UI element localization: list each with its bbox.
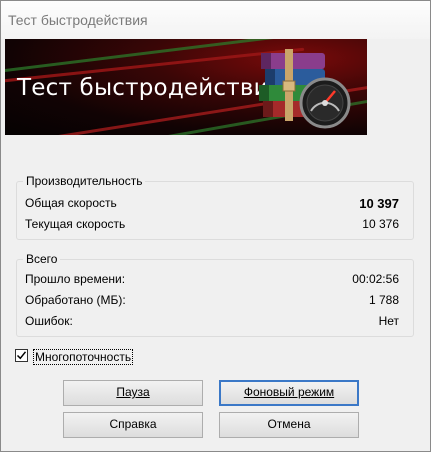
multithreading-label[interactable]: Многопоточность bbox=[33, 349, 134, 365]
overall-speed-row: Общая скорость 10 397 bbox=[25, 196, 399, 212]
elapsed-time-row: Прошло времени: 00:02:56 bbox=[25, 272, 399, 288]
benchmark-window: Тест быстродействия Тест быстродействия bbox=[0, 0, 431, 452]
background-mode-button-label: Фоновый режим bbox=[243, 385, 335, 399]
processed-mb-value: 1 788 bbox=[368, 293, 399, 307]
help-button[interactable]: Справка bbox=[63, 412, 203, 438]
current-speed-row: Текущая скорость 10 376 bbox=[25, 217, 399, 233]
background-mode-button[interactable]: Фоновый режим bbox=[219, 380, 359, 406]
header-banner: Тест быстродействия bbox=[5, 39, 367, 135]
processed-mb-label: Обработано (МБ): bbox=[25, 293, 126, 307]
overall-speed-label: Общая скорость bbox=[25, 196, 117, 210]
pause-button-label: Пауза bbox=[116, 385, 150, 399]
multithreading-checkbox[interactable] bbox=[15, 349, 28, 362]
elapsed-time-label: Прошло времени: bbox=[25, 272, 126, 286]
processed-mb-row: Обработано (МБ): 1 788 bbox=[25, 293, 399, 309]
window-title: Тест быстродействия bbox=[8, 12, 148, 28]
title-bar[interactable]: Тест быстродействия bbox=[1, 1, 430, 39]
help-button-label: Справка bbox=[109, 417, 157, 431]
elapsed-time-value: 00:02:56 bbox=[352, 272, 399, 286]
total-group-label: Всего bbox=[23, 252, 61, 266]
overall-speed-value: 10 397 bbox=[359, 196, 399, 211]
cancel-button-label: Отмена bbox=[267, 417, 311, 431]
banner-title: Тест быстродействия bbox=[17, 75, 283, 101]
winrar-books-speedometer-icon bbox=[259, 49, 351, 129]
checkmark-icon bbox=[16, 351, 27, 360]
current-speed-value: 10 376 bbox=[362, 217, 399, 231]
performance-group-label: Производительность bbox=[23, 174, 146, 188]
errors-value: Нет bbox=[378, 314, 399, 328]
performance-group: Производительность Общая скорость 10 397… bbox=[16, 174, 414, 240]
dialog-content: Тест быстродействия Производительность О… bbox=[1, 39, 430, 451]
total-group: Всего Прошло времени: 00:02:56 Обработан… bbox=[16, 252, 414, 337]
current-speed-label: Текущая скорость bbox=[25, 217, 126, 231]
cancel-button[interactable]: Отмена bbox=[219, 412, 359, 438]
pause-button[interactable]: Пауза bbox=[63, 380, 203, 406]
errors-label: Ошибок: bbox=[25, 314, 73, 328]
errors-row: Ошибок: Нет bbox=[25, 314, 399, 330]
